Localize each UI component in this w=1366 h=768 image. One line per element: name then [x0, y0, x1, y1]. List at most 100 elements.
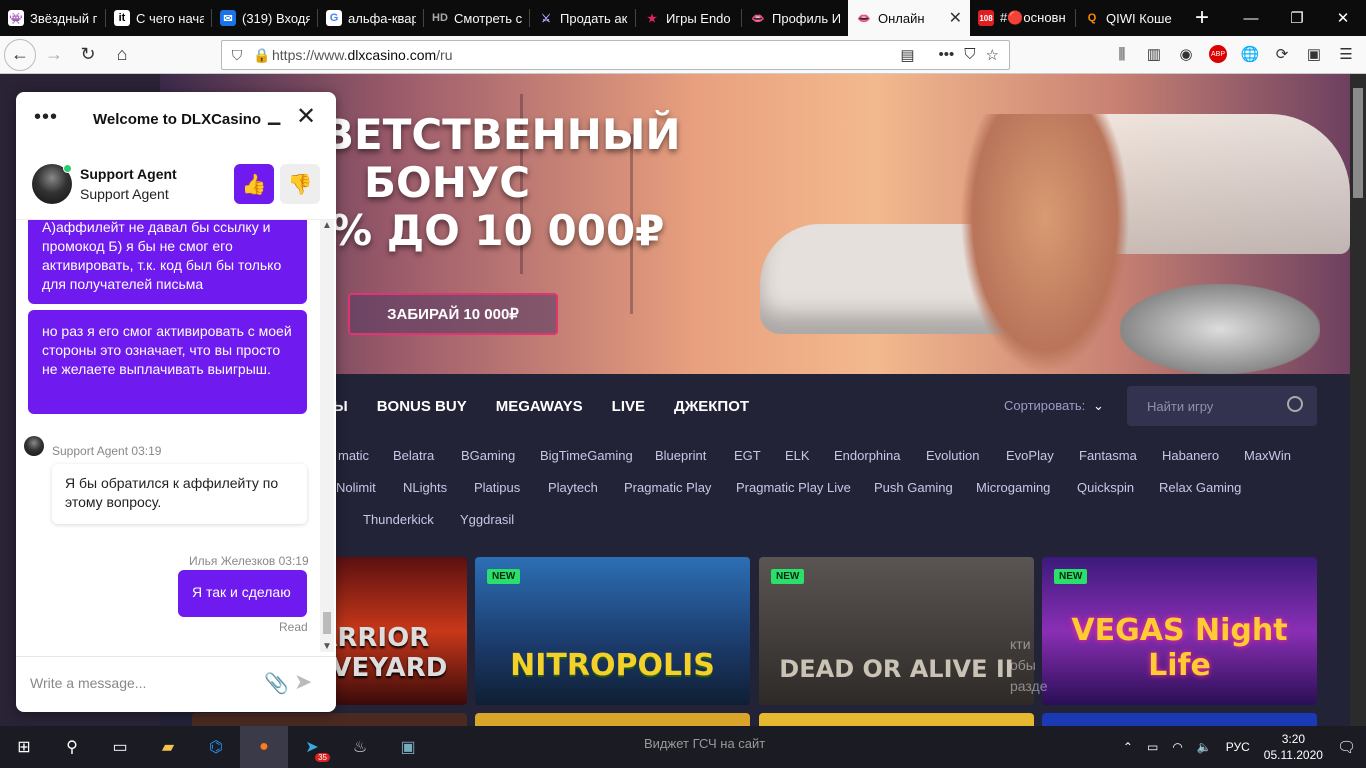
category-tab-megaways[interactable]: MEGAWAYS: [496, 398, 583, 415]
browser-tab[interactable]: Gальфа-квар: [318, 0, 424, 36]
scroll-down-icon[interactable]: ▼: [322, 641, 332, 652]
browser-tab[interactable]: ✉ (319) Входя: [212, 0, 318, 36]
pocket-icon[interactable]: ⛉: [964, 46, 975, 64]
category-tab-jackpot[interactable]: ДЖЕКПОТ: [674, 398, 749, 415]
game-card-partial[interactable]: [1042, 713, 1317, 726]
game-card-partial[interactable]: [759, 713, 1034, 726]
browser-tab[interactable]: 👾 Звёздный г: [0, 0, 106, 36]
message-composer[interactable]: Write a message... 📎 ➤: [16, 656, 336, 712]
notifications-icon[interactable]: 🗨: [1337, 738, 1356, 756]
file-explorer-icon[interactable]: ▰: [144, 726, 192, 768]
provider-link[interactable]: Quickspin: [1077, 480, 1134, 495]
category-tab-live[interactable]: LIVE: [612, 398, 645, 415]
adblock-icon[interactable]: ABP: [1206, 40, 1230, 68]
close-tab-icon[interactable]: ✕: [949, 8, 962, 28]
provider-link[interactable]: Fantasma: [1079, 448, 1137, 463]
game-search-input[interactable]: Найти игру: [1127, 386, 1317, 426]
provider-link[interactable]: Microgaming: [976, 480, 1050, 495]
game-card-partial[interactable]: [475, 713, 750, 726]
provider-link[interactable]: BGaming: [461, 448, 515, 463]
extension-icon[interactable]: ▣: [1302, 40, 1326, 68]
page-actions-icon[interactable]: •••: [939, 46, 955, 64]
globe-icon[interactable]: 🌐: [1238, 40, 1262, 68]
library-icon[interactable]: ⫼: [1110, 40, 1134, 68]
provider-link[interactable]: Push Gaming: [874, 480, 953, 495]
reader-view-icon[interactable]: ▤: [900, 46, 914, 64]
sort-label[interactable]: Сортировать:: [1004, 398, 1085, 413]
provider-link[interactable]: ELK: [785, 448, 810, 463]
provider-link[interactable]: NLights: [403, 480, 447, 495]
send-icon[interactable]: ➤: [294, 669, 312, 695]
browser-tab[interactable]: ⚔ Продать ак: [530, 0, 636, 36]
clock[interactable]: 3:20 05.11.2020: [1264, 731, 1323, 763]
game-card-partial[interactable]: [192, 713, 467, 726]
search-icon[interactable]: [1287, 396, 1303, 412]
more-options-icon[interactable]: •••: [34, 106, 58, 129]
claim-bonus-button[interactable]: ЗАБИРАЙ 10 000₽: [348, 293, 558, 335]
chat-scrollbar-thumb[interactable]: [323, 612, 331, 634]
telegram-icon[interactable]: ➤ 35: [288, 726, 336, 768]
scroll-up-icon[interactable]: ▲: [322, 220, 332, 231]
provider-link[interactable]: BigTimeGaming: [540, 448, 633, 463]
home-icon[interactable]: ⌂: [106, 39, 138, 71]
bookmark-star-icon[interactable]: ☆: [986, 46, 999, 64]
browser-tab[interactable]: 108 #🔴основн: [970, 0, 1076, 36]
task-view-icon[interactable]: ▭: [96, 726, 144, 768]
forward-icon[interactable]: →: [38, 39, 70, 71]
provider-link[interactable]: Endorphina: [834, 448, 901, 463]
chevron-up-icon[interactable]: ⌃: [1123, 740, 1133, 754]
provider-link[interactable]: Playtech: [548, 480, 598, 495]
browser-tab[interactable]: ★ Игры Endo: [636, 0, 742, 36]
minimize-chat-icon[interactable]: ▁: [268, 106, 280, 126]
shield-icon[interactable]: ⛉: [222, 47, 252, 64]
firefox-icon[interactable]: ●: [240, 726, 288, 768]
remote-desktop-icon[interactable]: ▣: [384, 726, 432, 768]
message-input[interactable]: Write a message...: [30, 675, 146, 691]
browser-tab-active[interactable]: 👄 Онлайн ✕: [848, 0, 970, 36]
page-scrollbar[interactable]: [1350, 74, 1366, 726]
volume-icon[interactable]: 🔈: [1197, 740, 1212, 754]
provider-link[interactable]: Platipus: [474, 480, 520, 495]
close-window-icon[interactable]: ✕: [1320, 0, 1366, 36]
address-bar[interactable]: ⛉ 🔒 https://www.dlxcasino.com/ru ▤ ••• ⛉…: [221, 40, 1010, 70]
chevron-down-icon[interactable]: ⌄: [1093, 398, 1104, 414]
provider-link[interactable]: Pragmatic Play: [624, 480, 711, 495]
url-text[interactable]: https://www.dlxcasino.com/ru: [272, 47, 900, 63]
game-card-nitropolis[interactable]: NEW NITROPOLIS: [475, 557, 750, 705]
provider-link[interactable]: EGT: [734, 448, 761, 463]
reload-icon[interactable]: ↻: [72, 39, 104, 71]
windows-start-icon[interactable]: ⊞: [0, 726, 48, 768]
attachment-icon[interactable]: 📎: [264, 671, 289, 696]
menu-icon[interactable]: ☰: [1334, 40, 1358, 68]
provider-link[interactable]: Relax Gaming: [1159, 480, 1241, 495]
provider-link[interactable]: Blueprint: [655, 448, 706, 463]
game-card-dead-or-alive-2[interactable]: NEW DEAD OR ALIVE II: [759, 557, 1034, 705]
game-card-vegas-night-life[interactable]: NEW VEGAS Night Life: [1042, 557, 1317, 705]
battery-icon[interactable]: ▭: [1147, 740, 1158, 754]
thumbs-down-icon[interactable]: 👎: [280, 164, 320, 204]
scrollbar-thumb[interactable]: [1353, 88, 1363, 198]
provider-link[interactable]: Yggdrasil: [460, 512, 514, 527]
provider-link[interactable]: Belatra: [393, 448, 434, 463]
steam-icon[interactable]: ♨: [336, 726, 384, 768]
wifi-icon[interactable]: ◠: [1172, 740, 1182, 754]
close-chat-icon[interactable]: ✕: [296, 102, 316, 131]
category-tab-bonus-buy[interactable]: BONUS BUY: [377, 398, 467, 415]
provider-link[interactable]: matic: [338, 448, 369, 463]
browser-tab[interactable]: it С чего нача: [106, 0, 212, 36]
sync-icon[interactable]: ⟳: [1270, 40, 1294, 68]
language-indicator[interactable]: РУС: [1226, 740, 1250, 754]
sidebar-icon[interactable]: ▥: [1142, 40, 1166, 68]
provider-link[interactable]: Thunderkick: [363, 512, 434, 527]
browser-tab[interactable]: 👄 Профиль И: [742, 0, 848, 36]
provider-link[interactable]: MaxWin: [1244, 448, 1291, 463]
provider-link[interactable]: Evolution: [926, 448, 979, 463]
vscode-icon[interactable]: ⌬: [192, 726, 240, 768]
new-tab-button[interactable]: +: [1182, 0, 1222, 36]
lock-icon[interactable]: 🔒: [252, 47, 272, 64]
browser-tab[interactable]: Q QIWI Коше: [1076, 0, 1182, 36]
search-icon[interactable]: ⚲: [48, 726, 96, 768]
provider-link[interactable]: Pragmatic Play Live: [736, 480, 851, 495]
provider-link[interactable]: EvoPlay: [1006, 448, 1054, 463]
provider-link[interactable]: Habanero: [1162, 448, 1219, 463]
